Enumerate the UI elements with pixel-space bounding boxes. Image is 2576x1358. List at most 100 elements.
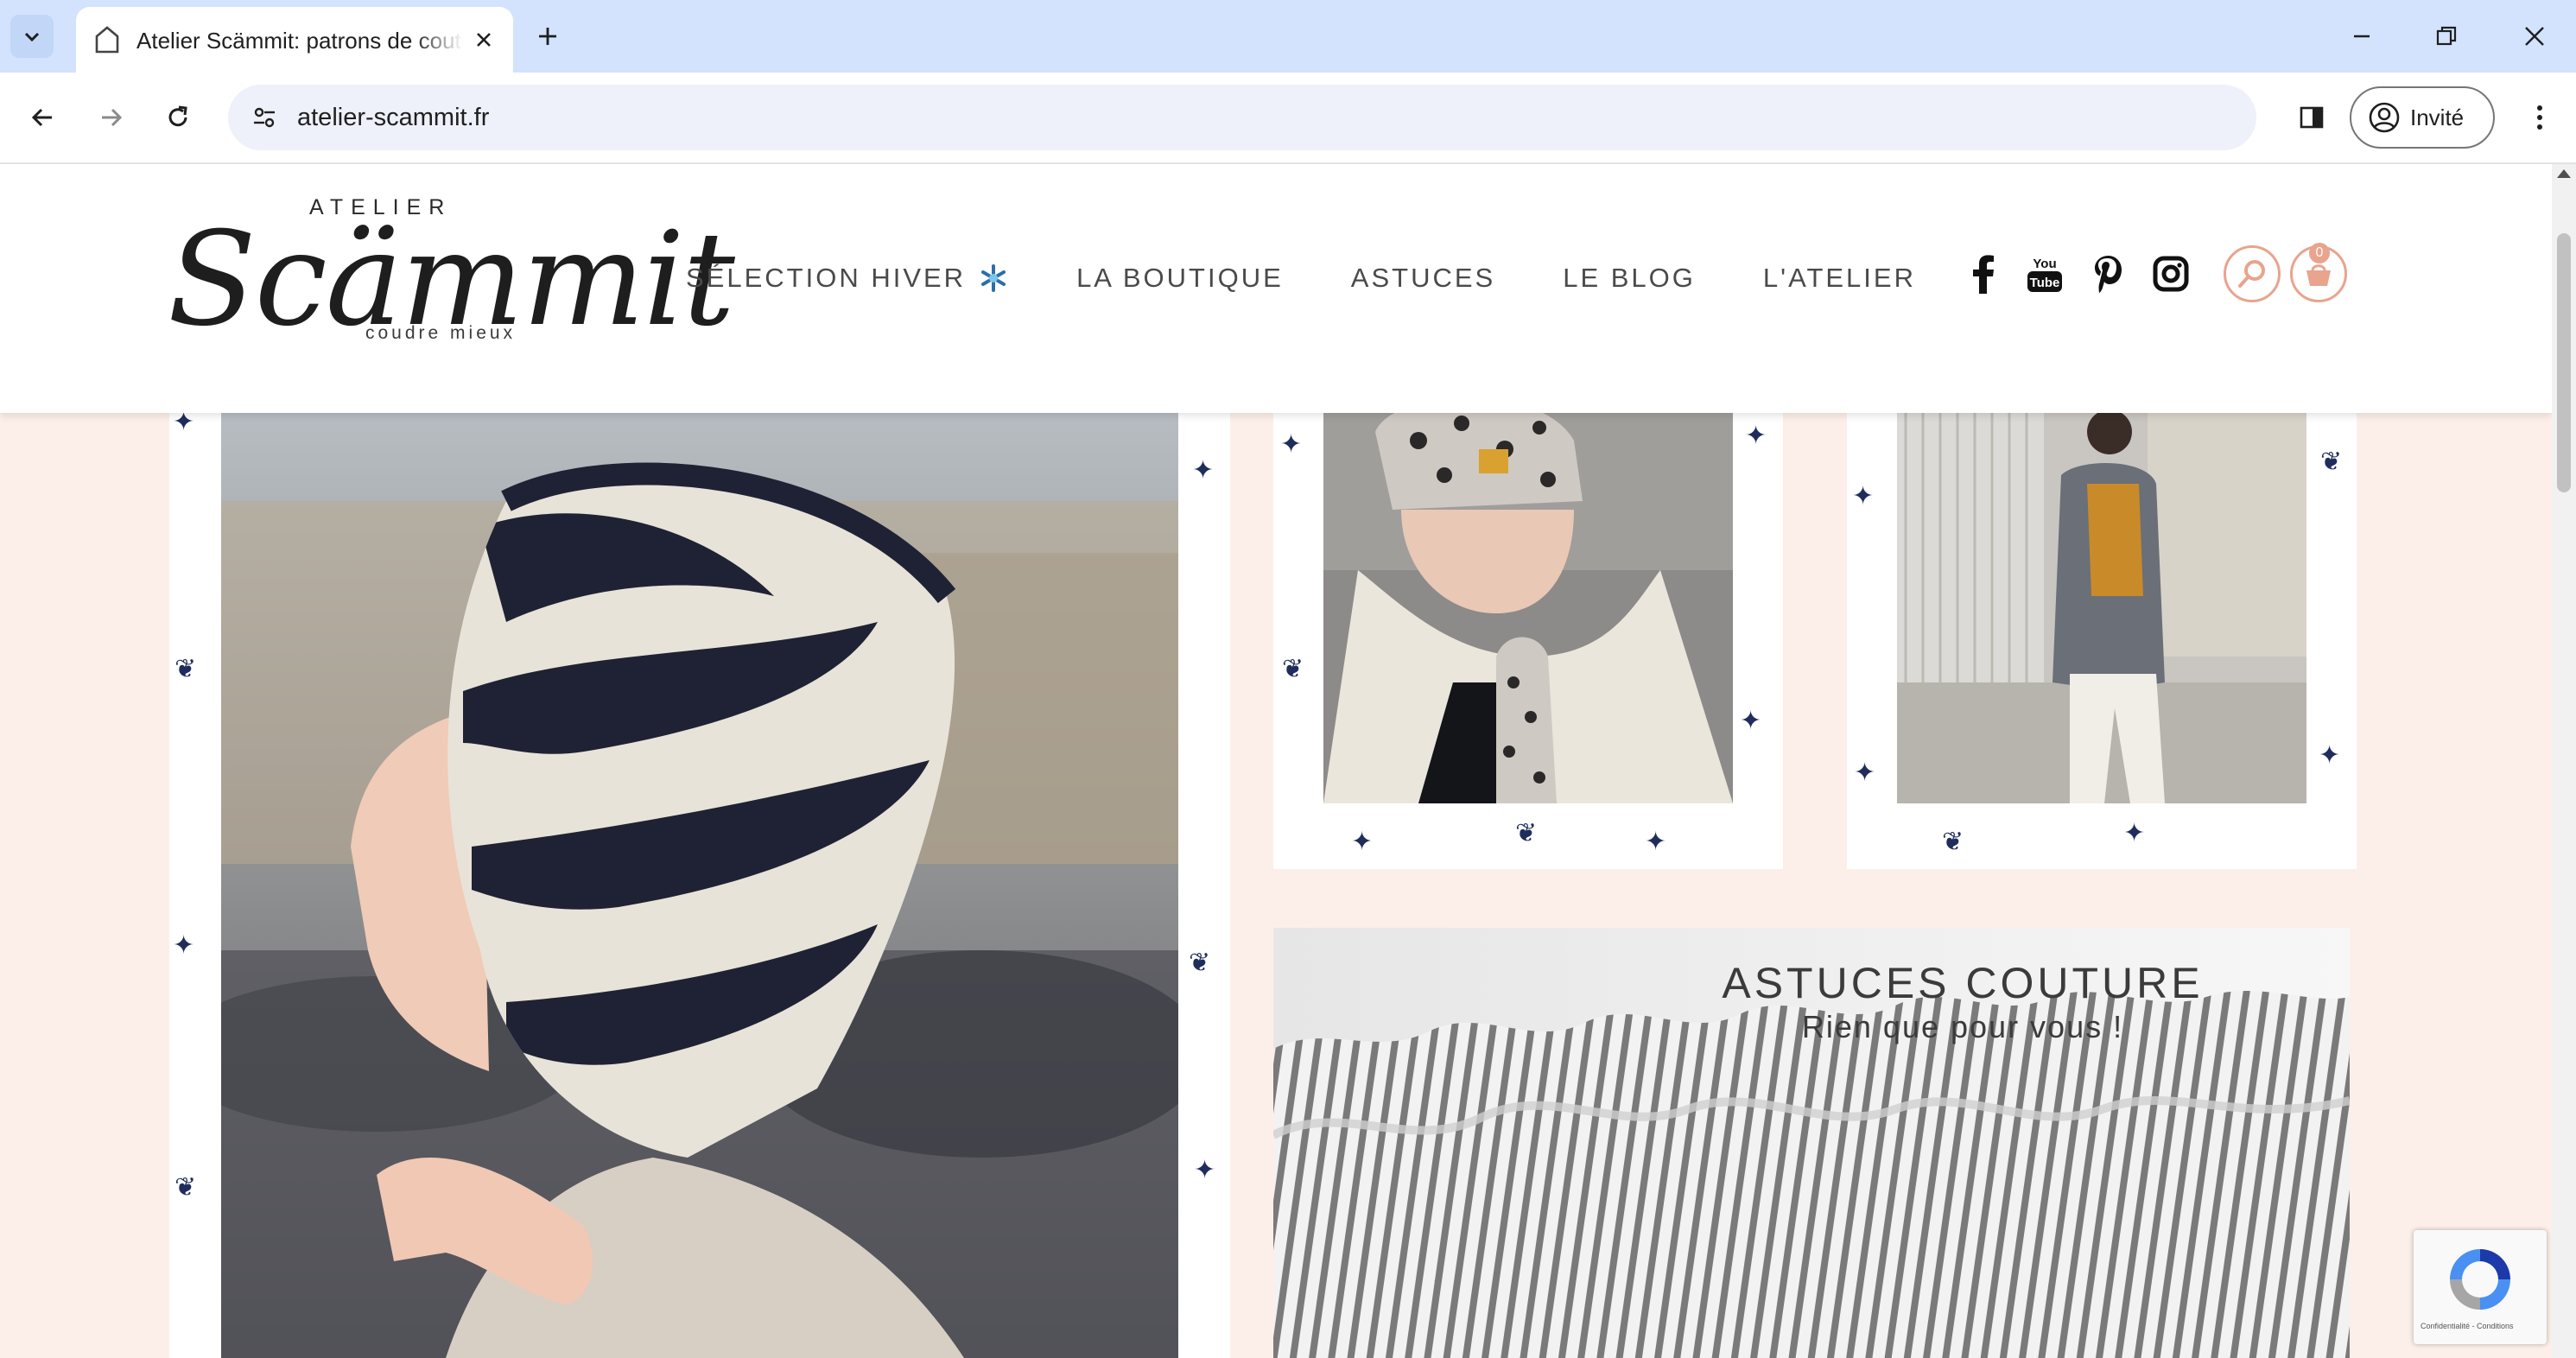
profile-button[interactable]: Invité xyxy=(2350,86,2495,149)
cart-button[interactable]: 0 xyxy=(2290,243,2347,302)
leaf-decoration-icon: ✦ xyxy=(1194,1156,1216,1184)
photo-illustration xyxy=(221,397,1178,1358)
recaptcha-legal-text[interactable]: Confidentialité - Conditions xyxy=(2421,1322,2514,1330)
leaf-decoration-icon: ✦ xyxy=(1740,707,1762,735)
page-viewport: ATELIER Scämmit coudre mieux SÉLECTION H… xyxy=(0,164,2552,1358)
leaf-decoration-icon: ❦ xyxy=(1282,655,1304,683)
pinterest-link[interactable] xyxy=(2085,251,2132,297)
leaf-decoration-icon: ✦ xyxy=(1351,828,1374,856)
leaf-decoration-icon: ✦ xyxy=(1854,758,1876,787)
nav-item-astuces[interactable]: ASTUCES xyxy=(1351,263,1495,294)
recaptcha-badge[interactable]: Confidentialité - Conditions xyxy=(2414,1230,2547,1344)
arrow-right-icon xyxy=(102,108,123,127)
leaf-decoration-icon: ✦ xyxy=(173,931,195,960)
address-bar[interactable]: atelier-scammit.fr xyxy=(228,85,2256,150)
site-header: ATELIER Scämmit coudre mieux SÉLECTION H… xyxy=(0,164,2552,413)
nav-item-label: L'ATELIER xyxy=(1762,263,1916,293)
leaf-decoration-icon: ❦ xyxy=(1189,949,1211,977)
browser-tab-strip: Atelier Scämmit: patrons de couture xyxy=(0,0,2576,73)
profile-label: Invité xyxy=(2410,104,2465,130)
instagram-icon xyxy=(2153,256,2189,292)
side-panel-icon xyxy=(2300,106,2324,129)
product-photo-leopard-beanie[interactable] xyxy=(1323,397,1733,803)
photo-illustration xyxy=(1897,397,2306,803)
facebook-icon xyxy=(1973,255,1994,294)
cart-count-badge: 0 xyxy=(2309,243,2330,263)
leaf-decoration-icon: ✦ xyxy=(1645,828,1667,856)
restore-icon xyxy=(2436,26,2457,46)
tune-icon xyxy=(254,107,275,128)
close-icon xyxy=(2525,27,2544,46)
leaf-decoration-icon: ✦ xyxy=(1852,482,1875,511)
nav-item-label: LA BOUTIQUE xyxy=(1076,263,1284,293)
leaf-decoration-icon: ✦ xyxy=(1280,430,1303,459)
photo-illustration xyxy=(1323,397,1733,803)
main-navigation: SÉLECTION HIVER LA BOUTIQUE ASTUCES LE B… xyxy=(686,263,1983,294)
pinterest-icon xyxy=(2095,256,2122,293)
scrollbar-thumb[interactable] xyxy=(2557,233,2571,492)
featured-tile-left[interactable]: ✦ ❦ ✦ ❦ ✦ ❦ ✦ xyxy=(169,397,1230,1358)
search-button[interactable] xyxy=(2224,245,2281,302)
astuces-title: ASTUCES COUTURE xyxy=(1722,959,2204,1007)
page-favicon-icon xyxy=(95,26,119,54)
side-panel-button[interactable] xyxy=(2287,93,2336,142)
recaptcha-logo-icon xyxy=(2450,1249,2510,1310)
close-icon xyxy=(477,33,491,47)
page-scrollbar[interactable] xyxy=(2552,164,2576,1358)
leaf-decoration-icon: ✦ xyxy=(2319,741,2341,770)
site-info-button[interactable] xyxy=(245,98,283,136)
forward-button[interactable] xyxy=(88,95,133,140)
new-tab-button[interactable] xyxy=(530,19,565,54)
facebook-link[interactable] xyxy=(1959,251,2006,297)
featured-photo-hooded-woman[interactable] xyxy=(221,397,1178,1358)
browser-tab-active[interactable]: Atelier Scämmit: patrons de couture xyxy=(76,7,513,73)
tab-title: Atelier Scämmit: patrons de couture xyxy=(136,28,463,54)
youtube-link[interactable]: You Tube xyxy=(2021,251,2068,297)
leaf-decoration-icon: ❦ xyxy=(1942,828,1964,856)
minimize-button[interactable] xyxy=(2341,16,2382,57)
product-tile-2[interactable]: ✦ ❦ ✦ ✦ ❦ ✦ xyxy=(1847,397,2357,869)
close-window-button[interactable] xyxy=(2514,16,2555,57)
svg-text:You: You xyxy=(2033,257,2056,271)
arrow-left-icon xyxy=(31,108,52,127)
leaf-decoration-icon: ❦ xyxy=(174,655,197,683)
leaf-decoration-icon: ❦ xyxy=(174,1173,197,1202)
minimize-icon xyxy=(2354,35,2370,38)
plus-icon xyxy=(539,28,556,45)
astuces-subtitle: Rien que pour vous ! xyxy=(1801,1009,2124,1044)
astuces-banner-text: ASTUCES COUTURE Rien que pour vous ! xyxy=(1721,959,2205,1047)
scroll-up-arrow-icon[interactable] xyxy=(2557,169,2571,178)
product-photo-grey-coat[interactable] xyxy=(1897,397,2306,803)
nav-item-selection-hiver[interactable]: SÉLECTION HIVER xyxy=(686,263,1009,294)
leaf-decoration-icon: ✦ xyxy=(173,408,195,436)
product-tile-1[interactable]: ✦ ✦ ❦ ✦ ✦ ❦ ✦ xyxy=(1273,397,1783,869)
logo-tagline: coudre mieux xyxy=(365,323,517,343)
back-button[interactable] xyxy=(21,95,66,140)
nav-item-label: SÉLECTION HIVER xyxy=(686,263,967,293)
leaf-decoration-icon: ✦ xyxy=(2123,819,2146,847)
instagram-link[interactable] xyxy=(2148,251,2194,297)
youtube-icon: You Tube xyxy=(2027,257,2062,292)
chevron-down-icon xyxy=(24,32,40,42)
tab-search-button[interactable] xyxy=(10,15,54,58)
account-circle-icon xyxy=(2369,102,2400,133)
browser-toolbar: atelier-scammit.fr Invité xyxy=(0,73,2576,164)
nav-item-le-blog[interactable]: LE BLOG xyxy=(1563,263,1696,294)
leaf-decoration-icon: ❦ xyxy=(1515,819,1538,847)
browser-menu-button[interactable] xyxy=(2516,93,2564,142)
reload-icon xyxy=(168,105,187,127)
leaf-decoration-icon: ✦ xyxy=(1745,422,1767,450)
url-text[interactable]: atelier-scammit.fr xyxy=(297,103,489,132)
leaf-decoration-icon: ✦ xyxy=(1192,456,1215,485)
nav-item-latelier[interactable]: L'ATELIER xyxy=(1763,263,1916,294)
nav-item-la-boutique[interactable]: LA BOUTIQUE xyxy=(1076,263,1284,294)
restore-button[interactable] xyxy=(2426,16,2467,57)
tab-close-button[interactable] xyxy=(468,24,499,55)
site-logo[interactable]: ATELIER Scämmit coudre mieux xyxy=(164,194,735,384)
leaf-decoration-icon: ❦ xyxy=(2320,447,2343,476)
more-vert-icon xyxy=(2537,105,2542,130)
svg-text:Tube: Tube xyxy=(2030,276,2060,290)
search-icon xyxy=(2238,260,2265,288)
reload-button[interactable] xyxy=(155,95,200,140)
nav-item-label: ASTUCES xyxy=(1350,263,1496,293)
